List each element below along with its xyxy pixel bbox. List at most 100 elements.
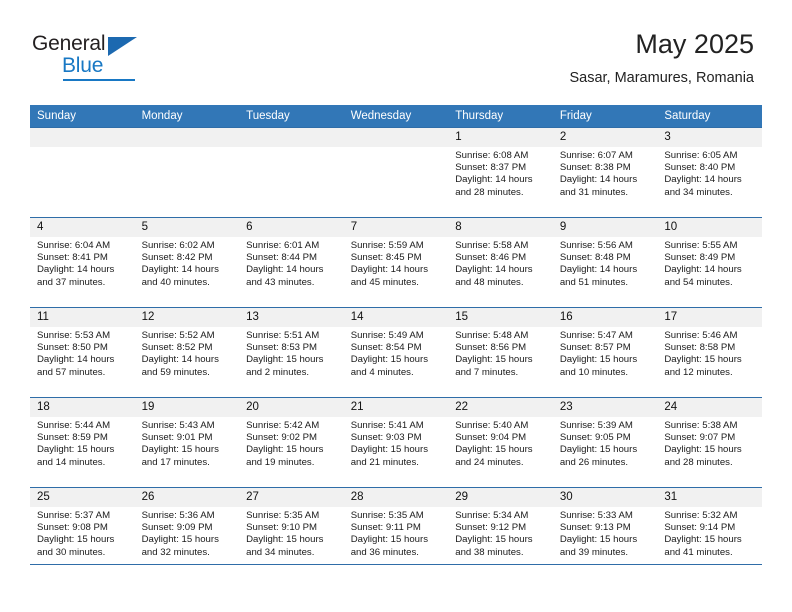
calendar-day-cell[interactable]: 16 Sunrise: 5:47 AM Sunset: 8:57 PM Dayligh… bbox=[552, 307, 658, 398]
calendar-day[interactable]: 11 Sunrise: 5:53 AM Sunset: 8:50 PM Dayligh… bbox=[30, 308, 135, 397]
sunrise-text: Sunrise: 6:02 AM bbox=[141, 240, 215, 251]
daylight-text: Daylight: 14 hours and 37 minutes. bbox=[37, 264, 115, 288]
sunset-text: Sunset: 9:04 PM bbox=[455, 432, 527, 444]
calendar-day-cell[interactable]: 24 Sunrise: 5:38 AM Sunset: 9:07 PM Dayligh… bbox=[657, 397, 762, 488]
day-number: 24 bbox=[657, 398, 762, 417]
calendar-day-cell[interactable]: 15 Sunrise: 5:48 AM Sunset: 8:56 PM Dayligh… bbox=[448, 307, 553, 398]
sunrise-text: Sunrise: 5:37 AM bbox=[37, 510, 111, 521]
calendar-day[interactable]: 23 Sunrise: 5:39 AM Sunset: 9:05 PM Dayligh… bbox=[552, 398, 658, 487]
day-details: Sunrise: 5:53 AM Sunset: 8:50 PM Daylight:… bbox=[30, 327, 135, 379]
sunset-text: Sunset: 8:52 PM bbox=[141, 342, 213, 354]
calendar-day-cell[interactable] bbox=[239, 127, 344, 218]
sunrise-text: Sunrise: 5:40 AM bbox=[455, 420, 529, 431]
sunrise-text: Sunrise: 5:58 AM bbox=[455, 240, 529, 251]
sunrise-text: Sunrise: 5:38 AM bbox=[664, 420, 738, 431]
calendar-day-cell[interactable] bbox=[134, 127, 240, 218]
calendar-day[interactable]: 1 Sunrise: 6:08 AM Sunset: 8:37 PM Daylight… bbox=[448, 128, 553, 217]
calendar-day[interactable]: 20 Sunrise: 5:42 AM Sunset: 9:02 PM Dayligh… bbox=[239, 398, 344, 487]
calendar-day-cell[interactable]: 4 Sunrise: 6:04 AM Sunset: 8:41 PM Daylight… bbox=[30, 217, 135, 308]
sunrise-text: Sunrise: 5:59 AM bbox=[350, 240, 424, 251]
sunset-text: Sunset: 9:01 PM bbox=[141, 432, 213, 444]
calendar-day[interactable]: 18 Sunrise: 5:44 AM Sunset: 8:59 PM Dayligh… bbox=[30, 398, 135, 487]
calendar-day-cell[interactable]: 21 Sunrise: 5:41 AM Sunset: 9:03 PM Dayligh… bbox=[343, 397, 449, 488]
calendar-day-cell[interactable]: 17 Sunrise: 5:46 AM Sunset: 8:58 PM Dayligh… bbox=[657, 307, 762, 398]
logo-text-general: General bbox=[32, 32, 106, 55]
day-number: 25 bbox=[30, 488, 135, 507]
weekday-header-saturday: Saturday bbox=[657, 105, 762, 128]
calendar-day-cell[interactable]: 12 Sunrise: 5:52 AM Sunset: 8:52 PM Dayligh… bbox=[134, 307, 240, 398]
calendar-day[interactable]: 22 Sunrise: 5:40 AM Sunset: 9:04 PM Dayligh… bbox=[448, 398, 553, 487]
calendar-day-cell[interactable]: 14 Sunrise: 5:49 AM Sunset: 8:54 PM Dayligh… bbox=[343, 307, 449, 398]
calendar-day-cell[interactable] bbox=[30, 127, 135, 218]
day-details: Sunrise: 5:48 AM Sunset: 8:56 PM Daylight:… bbox=[448, 327, 553, 379]
calendar-day[interactable]: 6 Sunrise: 6:01 AM Sunset: 8:44 PM Daylight… bbox=[239, 218, 344, 307]
daylight-text: Daylight: 15 hours and 28 minutes. bbox=[664, 444, 742, 468]
day-number: 7 bbox=[343, 218, 449, 237]
calendar-day-cell[interactable]: 19 Sunrise: 5:43 AM Sunset: 9:01 PM Dayligh… bbox=[134, 397, 240, 488]
sunset-text: Sunset: 8:40 PM bbox=[664, 162, 736, 174]
calendar-day-cell[interactable]: 8 Sunrise: 5:58 AM Sunset: 8:46 PM Daylight… bbox=[448, 217, 553, 308]
sunset-text: Sunset: 8:46 PM bbox=[455, 252, 527, 264]
calendar-day-cell[interactable]: 13 Sunrise: 5:51 AM Sunset: 8:53 PM Dayligh… bbox=[239, 307, 344, 398]
calendar-day[interactable]: 16 Sunrise: 5:47 AM Sunset: 8:57 PM Dayligh… bbox=[552, 308, 658, 397]
weekday-header-monday: Monday bbox=[134, 105, 240, 128]
calendar-day-cell[interactable]: 2 Sunrise: 6:07 AM Sunset: 8:38 PM Daylight… bbox=[552, 127, 658, 218]
daylight-text: Daylight: 14 hours and 48 minutes. bbox=[455, 264, 533, 288]
daylight-text: Daylight: 14 hours and 59 minutes. bbox=[141, 354, 219, 378]
calendar-day[interactable]: 14 Sunrise: 5:49 AM Sunset: 8:54 PM Dayligh… bbox=[343, 308, 449, 397]
page-subtitle: Sasar, Maramures, Romania bbox=[569, 70, 754, 86]
logo-text-blue: Blue bbox=[62, 54, 104, 77]
logo-underline bbox=[63, 79, 135, 81]
sunset-text: Sunset: 9:13 PM bbox=[559, 522, 631, 534]
calendar-day[interactable]: 24 Sunrise: 5:38 AM Sunset: 9:07 PM Dayligh… bbox=[657, 398, 762, 487]
sunset-text: Sunset: 9:08 PM bbox=[37, 522, 108, 534]
calendar-day-cell[interactable]: 9 Sunrise: 5:56 AM Sunset: 8:48 PM Daylight… bbox=[552, 217, 658, 308]
sunset-text: Sunset: 8:38 PM bbox=[559, 162, 631, 174]
calendar-day[interactable]: 10 Sunrise: 5:55 AM Sunset: 8:49 PM Dayligh… bbox=[657, 218, 762, 307]
calendar-day-cell[interactable]: 11 Sunrise: 5:53 AM Sunset: 8:50 PM Dayligh… bbox=[30, 307, 135, 398]
sunset-text: Sunset: 8:42 PM bbox=[141, 252, 213, 264]
calendar-day[interactable]: 15 Sunrise: 5:48 AM Sunset: 8:56 PM Dayligh… bbox=[448, 308, 553, 397]
calendar-day-cell[interactable]: 22 Sunrise: 5:40 AM Sunset: 9:04 PM Dayligh… bbox=[448, 397, 553, 488]
day-number: 19 bbox=[134, 398, 240, 417]
calendar-day[interactable]: 2 Sunrise: 6:07 AM Sunset: 8:38 PM Daylight… bbox=[552, 128, 658, 217]
sunrise-text: Sunrise: 5:35 AM bbox=[350, 510, 424, 521]
calendar-day[interactable]: 17 Sunrise: 5:46 AM Sunset: 8:58 PM Dayligh… bbox=[657, 308, 762, 397]
calendar-day-cell[interactable]: 18 Sunrise: 5:44 AM Sunset: 8:59 PM Dayligh… bbox=[30, 397, 135, 488]
sunset-text: Sunset: 8:49 PM bbox=[664, 252, 736, 264]
calendar-day[interactable]: 13 Sunrise: 5:51 AM Sunset: 8:53 PM Dayligh… bbox=[239, 308, 344, 397]
daylight-text: Daylight: 14 hours and 54 minutes. bbox=[664, 264, 742, 288]
calendar-day-cell[interactable]: 20 Sunrise: 5:42 AM Sunset: 9:02 PM Dayligh… bbox=[239, 397, 344, 488]
calendar-day-empty bbox=[134, 128, 240, 217]
calendar-day-cell[interactable]: 7 Sunrise: 5:59 AM Sunset: 8:45 PM Daylight… bbox=[343, 217, 449, 308]
calendar-day[interactable]: 4 Sunrise: 6:04 AM Sunset: 8:41 PM Daylight… bbox=[30, 218, 135, 307]
calendar-day[interactable]: 19 Sunrise: 5:43 AM Sunset: 9:01 PM Dayligh… bbox=[134, 398, 240, 487]
calendar-day-cell[interactable]: 1 Sunrise: 6:08 AM Sunset: 8:37 PM Daylight… bbox=[448, 127, 553, 218]
weekday-header-tuesday: Tuesday bbox=[239, 105, 344, 128]
calendar-day-cell[interactable]: 6 Sunrise: 6:01 AM Sunset: 8:44 PM Daylight… bbox=[239, 217, 344, 308]
sunset-text: Sunset: 8:41 PM bbox=[37, 252, 108, 264]
calendar-day[interactable]: 8 Sunrise: 5:58 AM Sunset: 8:46 PM Daylight… bbox=[448, 218, 553, 307]
calendar-day-cell[interactable] bbox=[343, 127, 449, 218]
sunset-text: Sunset: 8:59 PM bbox=[37, 432, 108, 444]
calendar-day[interactable]: 12 Sunrise: 5:52 AM Sunset: 8:52 PM Dayligh… bbox=[134, 308, 240, 397]
calendar-day[interactable]: 21 Sunrise: 5:41 AM Sunset: 9:03 PM Dayligh… bbox=[343, 398, 449, 487]
calendar-day[interactable]: 9 Sunrise: 5:56 AM Sunset: 8:48 PM Daylight… bbox=[552, 218, 658, 307]
calendar-day-cell[interactable]: 5 Sunrise: 6:02 AM Sunset: 8:42 PM Daylight… bbox=[134, 217, 240, 308]
calendar-day-cell[interactable]: 10 Sunrise: 5:55 AM Sunset: 8:49 PM Dayligh… bbox=[657, 217, 762, 308]
calendar-day[interactable]: 7 Sunrise: 5:59 AM Sunset: 8:45 PM Daylight… bbox=[343, 218, 449, 307]
weekday-header-sunday: Sunday bbox=[30, 105, 135, 128]
day-details: Sunrise: 5:42 AM Sunset: 9:02 PM Daylight:… bbox=[239, 417, 344, 469]
day-number: 29 bbox=[448, 488, 553, 507]
calendar-day-cell[interactable]: 3 Sunrise: 6:05 AM Sunset: 8:40 PM Daylight… bbox=[657, 127, 762, 218]
day-number: 18 bbox=[30, 398, 135, 417]
calendar-grid: Sunday Monday Tuesday Wednesday Thursday… bbox=[30, 105, 762, 577]
calendar-day[interactable]: 3 Sunrise: 6:05 AM Sunset: 8:40 PM Daylight… bbox=[657, 128, 762, 217]
sunset-text: Sunset: 9:05 PM bbox=[559, 432, 631, 444]
calendar-day-cell[interactable]: 23 Sunrise: 5:39 AM Sunset: 9:05 PM Dayligh… bbox=[552, 397, 658, 488]
weekday-header-thursday: Thursday bbox=[448, 105, 553, 128]
calendar-day[interactable]: 5 Sunrise: 6:02 AM Sunset: 8:42 PM Daylight… bbox=[134, 218, 240, 307]
sunrise-text: Sunrise: 5:43 AM bbox=[141, 420, 215, 431]
sunset-text: Sunset: 8:50 PM bbox=[37, 342, 108, 354]
day-number: 13 bbox=[239, 308, 344, 327]
